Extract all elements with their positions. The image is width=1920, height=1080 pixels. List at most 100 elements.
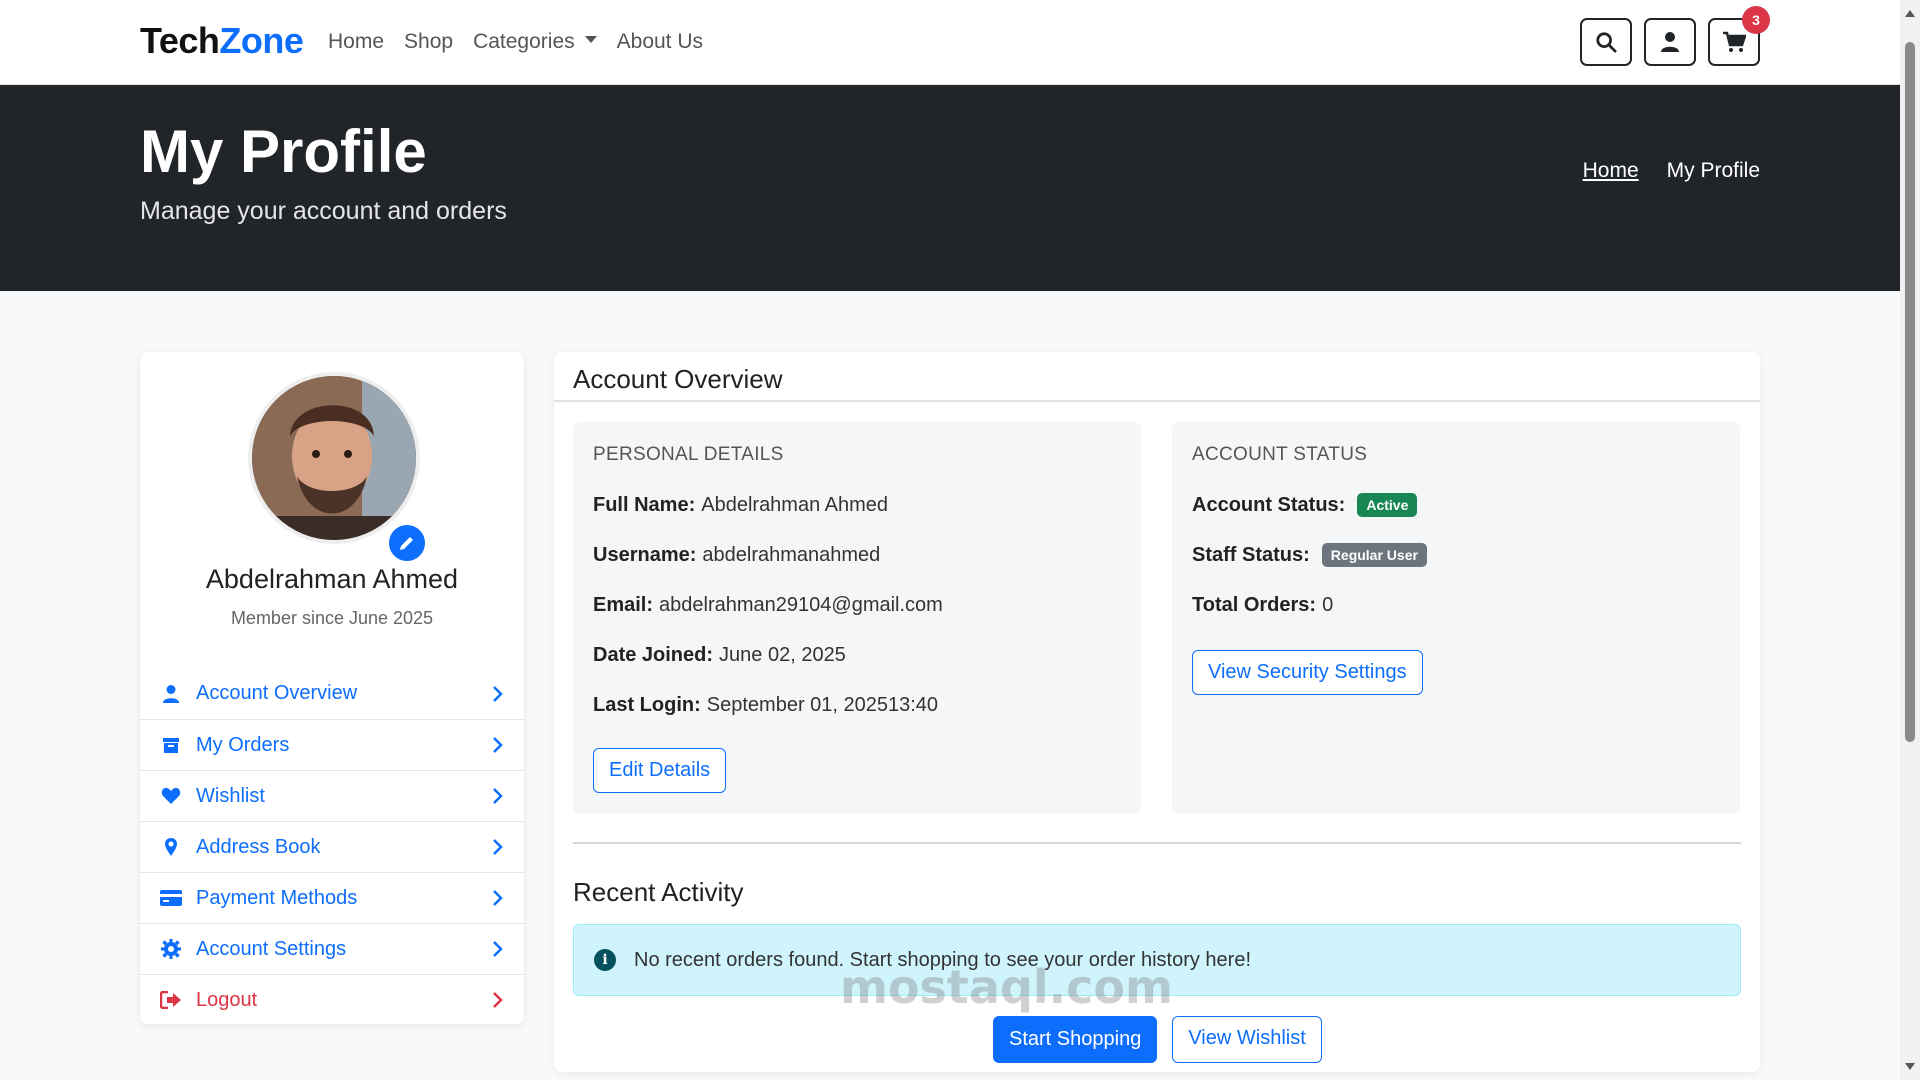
account-status-row: Account Status: Active xyxy=(1192,480,1720,530)
profile-sidebar: Abdelrahman Ahmed Member since June 2025… xyxy=(140,352,524,1024)
sidebar-item-label: Account Settings xyxy=(196,937,347,960)
chevron-right-icon xyxy=(493,737,503,753)
nav-links: Home Shop Categories About Us xyxy=(328,30,703,54)
sidebar-item-label: My Orders xyxy=(196,733,290,756)
nav-link-categories-label: Categories xyxy=(473,30,575,53)
nav-link-categories[interactable]: Categories xyxy=(473,30,597,54)
edit-details-wrap: Edit Details xyxy=(593,748,1121,793)
personal-details-heading: PERSONAL DETAILS xyxy=(593,444,784,465)
page-subtitle: Manage your account and orders xyxy=(140,197,507,225)
chevron-right-icon xyxy=(493,839,503,855)
caret-down-icon xyxy=(584,35,597,43)
start-shopping-button[interactable]: Start Shopping xyxy=(993,1016,1158,1063)
date-joined-row: Date Joined: June 02, 2025 xyxy=(593,630,1121,680)
chevron-right-icon xyxy=(493,788,503,804)
scroll-down-arrow-icon[interactable] xyxy=(1905,1063,1915,1070)
recent-activity-title: Recent Activity xyxy=(573,877,744,907)
view-security-settings-button[interactable]: View Security Settings xyxy=(1192,650,1423,695)
search-icon xyxy=(1596,32,1617,53)
date-joined-label: Date Joined: xyxy=(593,643,714,666)
account-status-label: Account Status: xyxy=(1192,493,1346,516)
username-row: Username: abdelrahmanahmed xyxy=(593,530,1121,580)
sidebar-item-account-settings[interactable]: Account Settings xyxy=(140,923,524,974)
page-title: My Profile xyxy=(140,118,427,185)
gear-icon xyxy=(160,938,182,960)
member-since: Member since June 2025 xyxy=(230,608,434,628)
top-navbar: TechZone Home Shop Categories About Us 3 xyxy=(0,0,1900,85)
view-wishlist-button[interactable]: View Wishlist xyxy=(1172,1016,1322,1063)
profile-name: Abdelrahman Ahmed xyxy=(205,564,459,594)
account-button[interactable] xyxy=(1644,18,1696,66)
staff-status-row: Staff Status: Regular User xyxy=(1192,530,1720,580)
avatar-photo xyxy=(252,376,416,540)
security-button-wrap: View Security Settings xyxy=(1192,650,1720,695)
sidebar-item-payment-methods[interactable]: Payment Methods xyxy=(140,872,524,923)
heart-icon xyxy=(160,785,182,807)
chevron-right-icon xyxy=(493,941,503,957)
page-scrollbar[interactable] xyxy=(1900,0,1920,1080)
box-icon xyxy=(160,734,182,756)
nav-icons: 3 xyxy=(1580,6,1770,66)
watermark: mostaql.com xyxy=(840,960,1173,1014)
sidebar-item-address-book[interactable]: Address Book xyxy=(140,821,524,872)
breadcrumb-home-link[interactable]: Home xyxy=(1583,159,1639,183)
recent-actions: Start Shopping View Wishlist xyxy=(993,1016,1322,1063)
sidebar-item-logout[interactable]: Logout xyxy=(140,974,524,1025)
avatar xyxy=(248,372,420,544)
last-login-value: September 01, 202513:40 xyxy=(706,693,939,716)
email-label: Email: xyxy=(593,593,654,616)
staff-status-label: Staff Status: xyxy=(1192,543,1310,566)
cart-count-badge: 3 xyxy=(1742,6,1770,34)
sidebar-item-wishlist[interactable]: Wishlist xyxy=(140,770,524,821)
user-icon xyxy=(160,683,182,705)
breadcrumb-current: My Profile xyxy=(1666,159,1760,182)
account-status-heading: ACCOUNT STATUS xyxy=(1192,444,1368,465)
sidebar-item-label: Wishlist xyxy=(196,784,265,807)
username-label: Username: xyxy=(593,543,697,566)
last-login-row: Last Login: September 01, 202513:40 xyxy=(593,680,1121,730)
nav-link-about[interactable]: About Us xyxy=(617,30,703,54)
section-divider xyxy=(573,842,1741,844)
map-pin-icon xyxy=(160,836,182,858)
scroll-up-arrow-icon[interactable] xyxy=(1905,10,1915,17)
personal-details-panel: PERSONAL DETAILS Full Name: Abdelrahman A… xyxy=(573,422,1141,814)
brand-logo[interactable]: TechZone xyxy=(140,20,304,62)
email-value: abdelrahman29104@gmail.com xyxy=(659,593,943,616)
cart-icon xyxy=(1723,31,1746,52)
edit-details-button[interactable]: Edit Details xyxy=(593,748,727,793)
full-name-label: Full Name: xyxy=(593,493,696,516)
full-name-row: Full Name: Abdelrahman Ahmed xyxy=(593,480,1121,530)
total-orders-row: Total Orders: 0 xyxy=(1192,580,1720,630)
status-badge: Active xyxy=(1357,493,1418,517)
user-icon xyxy=(1661,32,1679,52)
card-header: Account Overview xyxy=(554,352,1760,402)
cart-button[interactable]: 3 xyxy=(1708,6,1770,66)
staff-status-badge: Regular User xyxy=(1321,543,1427,567)
last-login-label: Last Login: xyxy=(593,693,701,716)
nav-link-home[interactable]: Home xyxy=(328,30,384,54)
date-joined-value: June 02, 2025 xyxy=(719,643,846,666)
total-orders-value: 0 xyxy=(1322,593,1334,616)
sidebar-item-my-orders[interactable]: My Orders xyxy=(140,719,524,770)
scroll-thumb[interactable] xyxy=(1905,42,1915,742)
search-button[interactable] xyxy=(1580,18,1632,66)
sidebar-item-account-overview[interactable]: Account Overview xyxy=(140,668,524,719)
sidebar-item-label: Account Overview xyxy=(196,682,358,704)
edit-avatar-button[interactable] xyxy=(386,522,428,564)
info-icon: i xyxy=(594,949,616,971)
account-status-panel: ACCOUNT STATUS Account Status: Active Sta… xyxy=(1172,422,1740,814)
sidebar-item-label: Address Book xyxy=(196,835,321,858)
breadcrumb: Home My Profile xyxy=(1583,159,1760,183)
email-row: Email: abdelrahman29104@gmail.com xyxy=(593,580,1121,630)
sidebar-item-label: Logout xyxy=(196,988,258,1011)
total-orders-label: Total Orders: xyxy=(1192,593,1317,616)
logout-icon xyxy=(160,989,182,1011)
brand-part-1: Tech xyxy=(140,20,220,61)
pencil-icon xyxy=(400,537,413,550)
chevron-right-icon xyxy=(493,890,503,906)
chevron-right-icon xyxy=(493,685,503,702)
full-name-value: Abdelrahman Ahmed xyxy=(701,493,889,516)
credit-card-icon xyxy=(160,887,182,909)
username-value: abdelrahmanahmed xyxy=(702,543,881,566)
nav-link-shop[interactable]: Shop xyxy=(404,30,453,54)
